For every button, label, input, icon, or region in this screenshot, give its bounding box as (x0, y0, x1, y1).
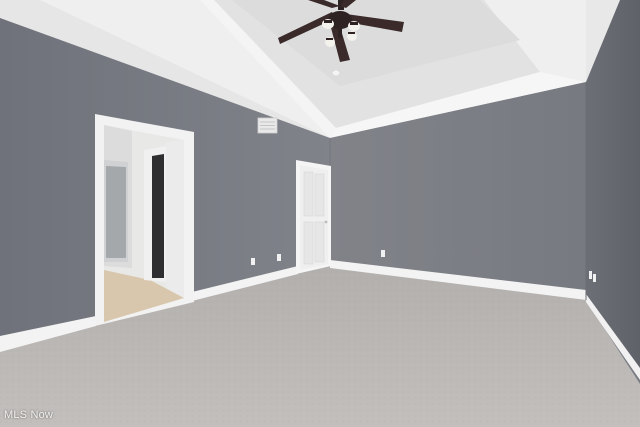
watermark: MLS Now (4, 409, 54, 421)
outlet-icon (251, 258, 255, 265)
open-doorway (95, 114, 194, 326)
vent-icon (257, 117, 278, 134)
room-illustration (0, 0, 640, 427)
outlet-icon (589, 271, 592, 279)
closed-door (296, 160, 331, 274)
bedroom-photo: MLS Now (0, 0, 640, 427)
outlet-icon (593, 274, 596, 282)
outlet-icon (277, 254, 281, 261)
smoke-detector-icon (331, 69, 341, 77)
outlet-icon (381, 250, 385, 257)
